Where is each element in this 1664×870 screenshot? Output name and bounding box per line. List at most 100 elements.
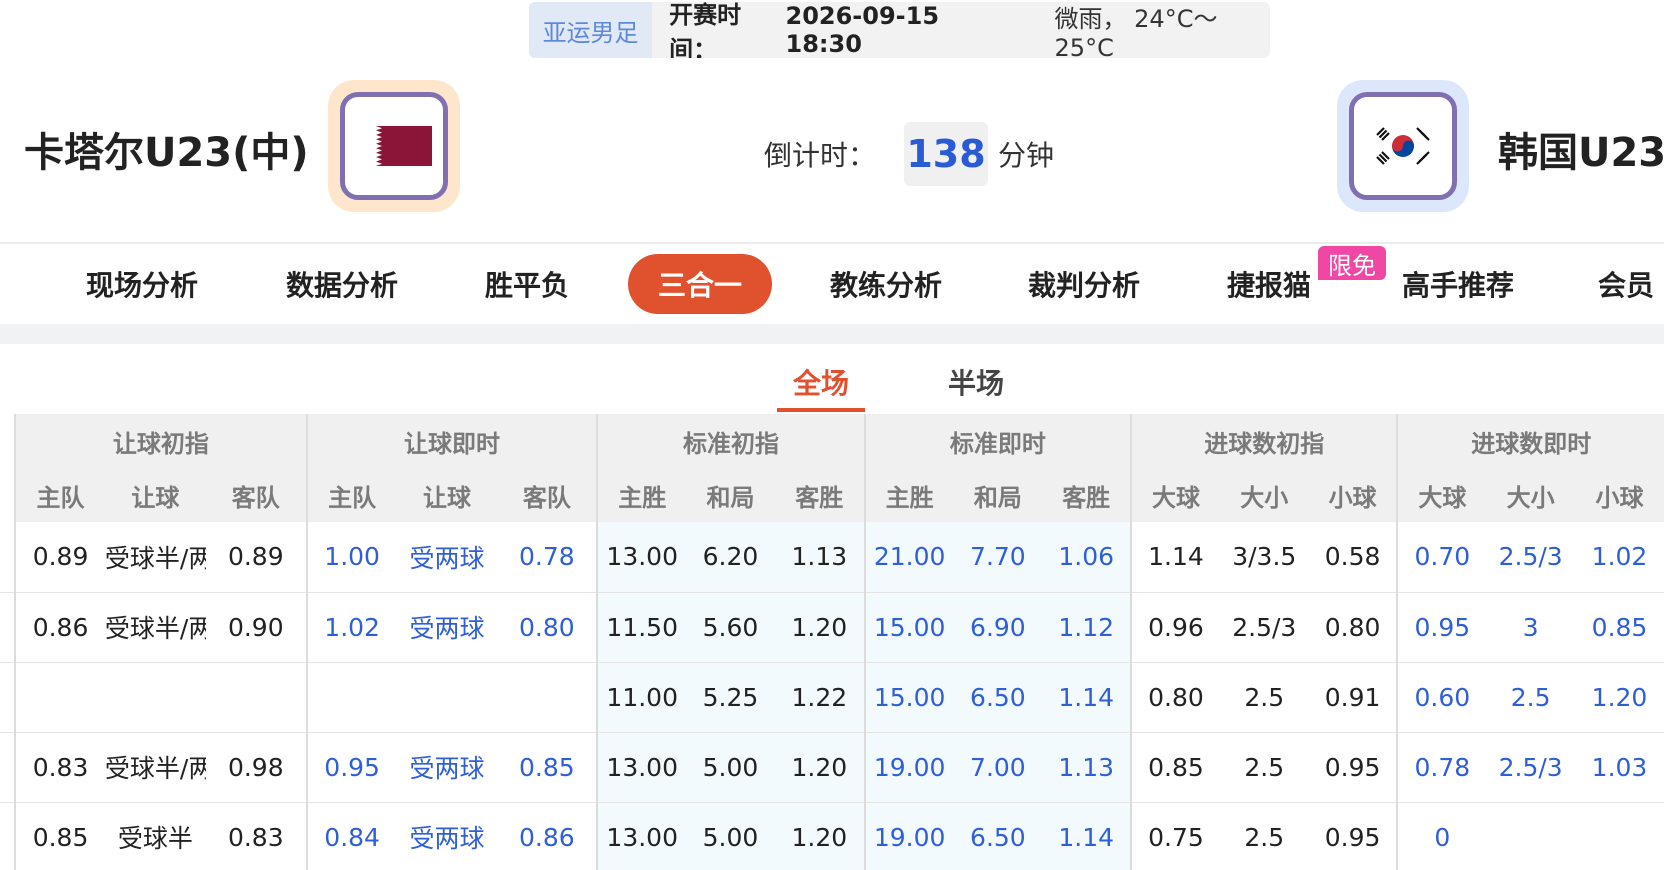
odds-cell: 0.85 [1130, 732, 1220, 803]
nav-item-win-draw-lose[interactable]: 胜平负 [482, 254, 572, 314]
odds-cell: 0.98 [205, 732, 307, 803]
nav-item-data-analysis[interactable]: 数据分析 [282, 254, 402, 314]
odds-cell: 1.20 [1575, 662, 1664, 733]
odds-cell: 0.78 [497, 522, 598, 593]
away-team-name[interactable]: 韩国U23 [1498, 120, 1664, 178]
nav-item-jiebaomao[interactable]: 捷报猫 [1224, 254, 1314, 314]
table-edge [0, 592, 17, 663]
column-header: 大球 [1396, 468, 1487, 522]
odds-cell: 19.00 [863, 732, 954, 803]
away-team-crest[interactable] [1337, 80, 1469, 212]
odds-cell: 6.20 [686, 522, 775, 593]
tab-half-time[interactable]: 半场 [948, 362, 1004, 402]
odds-table-body: 0.89 受球半/两 0.89 1.00 受两球 0.78 13.00 6.20 1.13 21.… [0, 522, 1664, 870]
table-row[interactable]: 0.83 受球半/两 0.98 0.95 受两球 0.85 13.00 5.00 1.20 19.… [0, 732, 1664, 803]
odds-cell: 1.00 [305, 522, 397, 593]
odds-cell: 受球半/两 [104, 732, 206, 803]
odds-cell: 5.25 [686, 662, 775, 733]
odds-cell: 1.22 [774, 662, 865, 733]
odds-cell: 5.00 [686, 802, 775, 870]
home-team-crest[interactable] [328, 80, 460, 212]
column-header: 主队 [36, 483, 85, 512]
odds-cell: 2.5 [1219, 662, 1309, 733]
odds-cell: 0.85 [1575, 592, 1664, 663]
odds-cell: 3/3.5 [1219, 522, 1309, 593]
group-standard-initial: 标准初指 [596, 414, 865, 468]
column-header: 小球 [1595, 483, 1644, 512]
odds-cell: 受球半/两 [104, 592, 206, 663]
odds-cell [1486, 802, 1576, 870]
odds-cell: 1.13 [774, 522, 865, 593]
odds-cell: 1.03 [1575, 732, 1664, 803]
odds-cell: 受球半 [104, 802, 206, 870]
countdown-label: 倒计时： [764, 139, 877, 172]
odds-cell: 0.83 [15, 732, 105, 803]
odds-cell: 5.00 [686, 732, 775, 803]
odds-cell: 0.91 [1308, 662, 1398, 733]
table-row[interactable]: 0.89 受球半/两 0.89 1.00 受两球 0.78 13.00 6.20 1.13 21.… [0, 522, 1664, 593]
odds-cell: 19.00 [863, 802, 954, 870]
odds-cell: 0.80 [497, 592, 598, 663]
odds-cell [497, 662, 598, 733]
odds-cell: 21.00 [863, 522, 954, 593]
home-team-name[interactable]: 卡塔尔U23(中) [24, 120, 309, 178]
odds-cell: 1.12 [1042, 592, 1132, 663]
countdown-unit: 分钟 [998, 139, 1055, 172]
group-handicap-initial: 让球初指 [112, 429, 209, 458]
odds-cell: 13.00 [596, 522, 687, 593]
odds-cell: 6.50 [953, 662, 1043, 733]
odds-cell: 11.50 [596, 592, 687, 663]
group-handicap-live: 让球即时 [305, 414, 598, 468]
odds-cell: 7.70 [953, 522, 1043, 593]
table-group-header: 让球初指 让球即时 标准初指 标准即时 进球数初指 进球数即时 [0, 414, 1664, 468]
odds-cell: 6.50 [953, 802, 1043, 870]
odds-cell: 0.86 [15, 592, 105, 663]
nav-item-coach-analysis[interactable]: 教练分析 [826, 254, 946, 314]
odds-cell: 1.14 [1042, 802, 1132, 870]
active-tab-indicator [777, 408, 865, 412]
odds-cell: 0.85 [497, 732, 598, 803]
weather-info: 微雨， 24°C～25°C [1054, 4, 1218, 59]
korea-flag-icon [1370, 123, 1436, 169]
column-header: 和局 [973, 483, 1022, 512]
table-row[interactable]: 11.00 5.25 1.22 15.00 6.50 1.14 0.80 2.5 0.91 0.6… [0, 662, 1664, 733]
table-edge [0, 732, 17, 803]
odds-cell: 0.90 [205, 592, 307, 663]
odds-cell: 15.00 [863, 662, 954, 733]
odds-table: 让球初指 让球即时 标准初指 标准即时 进球数初指 进球数即时 主队 让球 客队 主队… [0, 414, 1664, 870]
free-badge: 限免 [1318, 246, 1386, 280]
tab-full-time[interactable]: 全场 [793, 362, 849, 402]
odds-cell: 受两球 [396, 802, 498, 870]
nav-item-expert-picks[interactable]: 高手推荐 [1398, 254, 1518, 314]
nav-item-referee-analysis[interactable]: 裁判分析 [1024, 254, 1144, 314]
match-info-bar: 亚运男足 开赛时间： 2026-09-15 18:30 微雨， 24°C～25°… [529, 2, 1270, 58]
table-edge [0, 662, 17, 733]
odds-cell: 11.00 [596, 662, 687, 733]
odds-cell: 6.90 [953, 592, 1043, 663]
odds-cell: 13.00 [596, 732, 687, 803]
odds-cell: 2.5 [1219, 802, 1309, 870]
column-header: 主胜 [596, 468, 687, 522]
odds-cell: 5.60 [686, 592, 775, 663]
odds-cell: 1.14 [1042, 662, 1132, 733]
nav-item-scene-analysis[interactable]: 现场分析 [82, 254, 202, 314]
table-row[interactable]: 0.86 受球半/两 0.90 1.02 受两球 0.80 11.50 5.60 1.20 15.… [0, 592, 1664, 663]
odds-cell: 受两球 [396, 592, 498, 663]
column-header: 大小 [1240, 483, 1289, 512]
table-row[interactable]: 0.85 受球半 0.83 0.84 受两球 0.86 13.00 5.00 1.20 19.00… [0, 802, 1664, 870]
nav-item-three-in-one[interactable]: 三合一 [628, 254, 772, 314]
odds-cell: 0.86 [497, 802, 598, 870]
odds-cell: 0.95 [305, 732, 397, 803]
column-header: 大小 [1506, 483, 1555, 512]
odds-cell: 0.84 [305, 802, 397, 870]
table-sub-header: 主队 让球 客队 主队 让球 客队 主胜 和局 客胜 主胜 和局 客胜 大球 大小 小球 大球 大小 小球 [0, 468, 1664, 522]
column-header: 和局 [706, 483, 755, 512]
odds-cell: 1.20 [774, 592, 865, 663]
nav-item-member[interactable]: 会员 [1598, 254, 1664, 314]
odds-cell [104, 662, 206, 733]
kickoff-time: 2026-09-15 18:30 [785, 2, 940, 58]
league-tag[interactable]: 亚运男足 [529, 2, 653, 58]
odds-cell: 0.75 [1130, 802, 1220, 870]
odds-cell: 3 [1486, 592, 1576, 663]
odds-cell: 1.14 [1130, 522, 1220, 593]
